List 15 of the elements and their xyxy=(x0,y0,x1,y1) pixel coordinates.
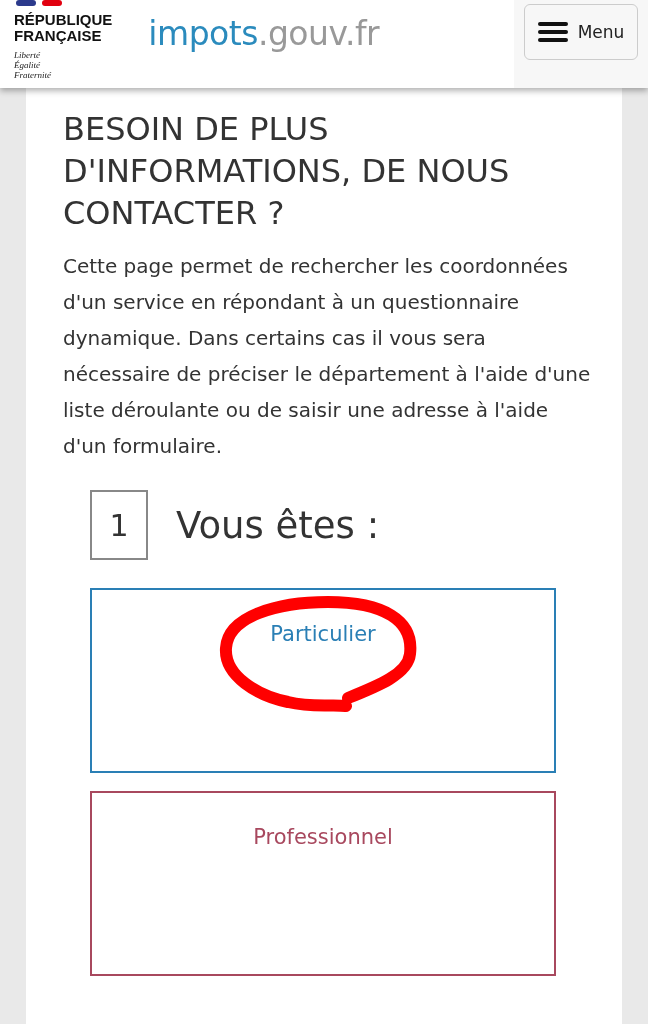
motto-line: Égalité xyxy=(14,60,41,70)
intro-paragraph: Cette page permet de rechercher les coordonnées d'un service en répondant à un questionnaire dynamique. Dans certains cas il vous sera nécessaire de préciser le département à l'aide d'une liste déroulante ou de saisir une adresse à l'aide d'un formulaire. xyxy=(63,253,592,460)
page-title: BESOIN DE PLUS D'INFORMATIONS, DE NOUS CONTACTER ? xyxy=(63,109,511,234)
choice-card[interactable]: Particulier xyxy=(90,588,556,773)
flag-icon xyxy=(16,0,64,8)
site-logo[interactable]: impots.gouv.fr xyxy=(148,14,380,53)
menu-button[interactable]: Menu xyxy=(524,4,638,60)
motto-line: Fraternité xyxy=(14,70,52,80)
choice-card[interactable]: Professionnel xyxy=(90,791,556,976)
republic-name: RÉPUBLIQUE xyxy=(14,12,113,28)
menu-icon xyxy=(537,21,568,43)
step-number: 1 xyxy=(90,490,148,560)
motto-line: Liberté xyxy=(14,50,41,60)
republic-name: FRANÇAISE xyxy=(14,28,102,44)
step-label: Vous êtes : xyxy=(176,503,380,547)
